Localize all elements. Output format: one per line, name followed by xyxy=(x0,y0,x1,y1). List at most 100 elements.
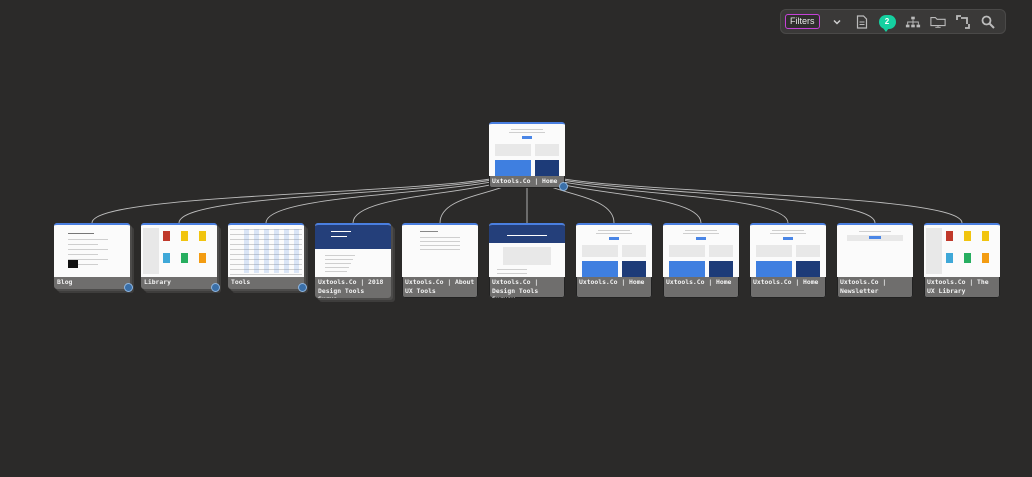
connector-line xyxy=(178,165,528,224)
thumbnail-shape xyxy=(315,225,391,249)
thumbnail-shape xyxy=(331,236,347,237)
root-page-card[interactable]: Uxtools.Co | Home xyxy=(489,122,568,191)
thumbnail-shape xyxy=(199,253,206,263)
page-title: Blog xyxy=(57,278,73,286)
child-page-card[interactable]: Uxtools.Co | 2018 Design Tools Surve… xyxy=(315,223,391,298)
thumbnail-shape xyxy=(230,274,302,275)
child-page-card[interactable]: Uxtools.Co | Home xyxy=(750,223,826,298)
folder-icon[interactable] xyxy=(929,14,946,30)
thumbnail-shape xyxy=(420,241,460,242)
child-page-card[interactable]: Uxtools.Co | Home xyxy=(576,223,652,298)
page-thumbnail xyxy=(141,223,217,277)
thumbnail-shape xyxy=(244,229,249,273)
child-page-card[interactable]: Uxtools.Co | The UX Library xyxy=(924,223,1000,298)
search-icon[interactable] xyxy=(980,14,996,30)
thumbnail-shape xyxy=(143,228,159,274)
page-title: Uxtools.Co | About UX Tools xyxy=(405,278,478,295)
page-thumbnail xyxy=(228,223,304,277)
thumbnail-shape xyxy=(284,229,289,273)
connector-line xyxy=(91,165,528,224)
page-thumbnail xyxy=(924,223,1000,277)
page-title: Tools xyxy=(231,278,251,286)
thumbnail-shape xyxy=(181,253,188,263)
thumbnail-shape xyxy=(274,229,279,273)
child-page-card[interactable]: Uxtools.Co | About UX Tools xyxy=(402,223,478,298)
thumbnail-shape xyxy=(199,231,206,241)
thumbnail-shape xyxy=(420,231,438,232)
thumbnail-shape xyxy=(181,231,188,241)
thumbnail-shape xyxy=(163,231,170,241)
thumbnail-shape xyxy=(683,233,719,234)
thumbnail-shape xyxy=(535,144,559,156)
page-title: Uxtools.Co | Home xyxy=(753,278,819,286)
thumbnail-shape xyxy=(507,235,547,236)
thumbnail-shape xyxy=(982,231,989,241)
page-thumbnail xyxy=(576,223,652,277)
thumbnail-shape xyxy=(294,229,299,273)
thumbnail-shape xyxy=(68,260,78,268)
thumbnail-shape xyxy=(325,271,347,272)
thumbnail-shape xyxy=(946,231,953,241)
sitemap-canvas[interactable]: Uxtools.Co | Home Blog Library Tools Uxtools… xyxy=(0,0,1032,477)
thumbnail-shape xyxy=(685,230,717,231)
thumbnail-shape xyxy=(325,259,353,260)
connector-line xyxy=(526,165,876,224)
thumbnail-shape xyxy=(709,245,733,257)
filters-button[interactable]: Filters xyxy=(785,14,820,29)
thumbnail-shape xyxy=(964,231,971,241)
thumbnail-shape xyxy=(756,261,792,277)
fit-screen-icon[interactable] xyxy=(955,14,971,30)
page-title: Uxtools.Co | 2018 Design Tools Surve… xyxy=(318,278,384,298)
child-page-card[interactable]: Uxtools.Co | Home xyxy=(663,223,739,298)
sync-icon xyxy=(124,283,133,292)
page-thumbnail xyxy=(54,223,130,277)
thumbnail-shape xyxy=(535,160,559,176)
thumbnail-shape xyxy=(756,245,792,257)
page-title: Uxtools.Co | Home xyxy=(666,278,732,286)
thumbnail-shape xyxy=(264,229,269,273)
thumbnail-shape xyxy=(622,261,646,277)
thumbnail-shape xyxy=(420,245,460,246)
thumbnail-shape xyxy=(522,136,532,139)
thumbnail-shape xyxy=(783,237,793,240)
page-icon[interactable] xyxy=(854,14,870,30)
thumbnail-shape xyxy=(497,269,527,270)
chevron-down-icon[interactable] xyxy=(829,14,845,30)
page-thumbnail xyxy=(315,223,391,277)
sync-icon xyxy=(298,283,307,292)
thumbnail-shape xyxy=(68,244,98,245)
thumbnail-shape xyxy=(582,261,618,277)
thumbnail-shape xyxy=(770,233,806,234)
thumbnail-shape xyxy=(495,144,531,156)
toolbar: Filters 2 xyxy=(780,9,1006,34)
page-title: Uxtools.Co | The UX Library xyxy=(927,278,993,295)
thumbnail-shape xyxy=(859,231,891,232)
sync-icon xyxy=(211,283,220,292)
thumbnail-shape xyxy=(796,261,820,277)
thumbnail-shape xyxy=(669,261,705,277)
page-thumbnail xyxy=(489,122,565,176)
thumbnail-shape xyxy=(511,129,543,130)
thumbnail-shape xyxy=(596,233,632,234)
child-page-card[interactable]: Uxtools.Co | Newsletter xyxy=(837,223,913,298)
page-thumbnail xyxy=(402,223,478,277)
sitemap-icon[interactable] xyxy=(905,14,921,30)
thumbnail-shape xyxy=(331,231,351,232)
page-title: Uxtools.Co | Home xyxy=(492,177,558,185)
child-page-card[interactable]: Uxtools.Co | Design Tools Survey xyxy=(489,223,565,298)
thumbnail-shape xyxy=(772,230,804,231)
thumbnail-shape xyxy=(68,254,98,255)
child-page-card[interactable]: Library xyxy=(141,223,220,292)
child-page-card[interactable]: Blog xyxy=(54,223,133,292)
thumbnail-shape xyxy=(696,237,706,240)
child-page-card[interactable]: Tools xyxy=(228,223,307,292)
sync-icon xyxy=(559,182,568,191)
comments-badge[interactable]: 2 xyxy=(878,14,896,32)
thumbnail-shape xyxy=(503,247,551,265)
connector-line xyxy=(526,165,789,224)
page-title: Uxtools.Co | Newsletter xyxy=(840,278,891,295)
thumbnail-shape xyxy=(254,229,259,273)
page-title: Uxtools.Co | Design Tools Survey xyxy=(492,278,539,298)
thumbnail-shape xyxy=(869,236,881,239)
thumbnail-shape xyxy=(609,237,619,240)
